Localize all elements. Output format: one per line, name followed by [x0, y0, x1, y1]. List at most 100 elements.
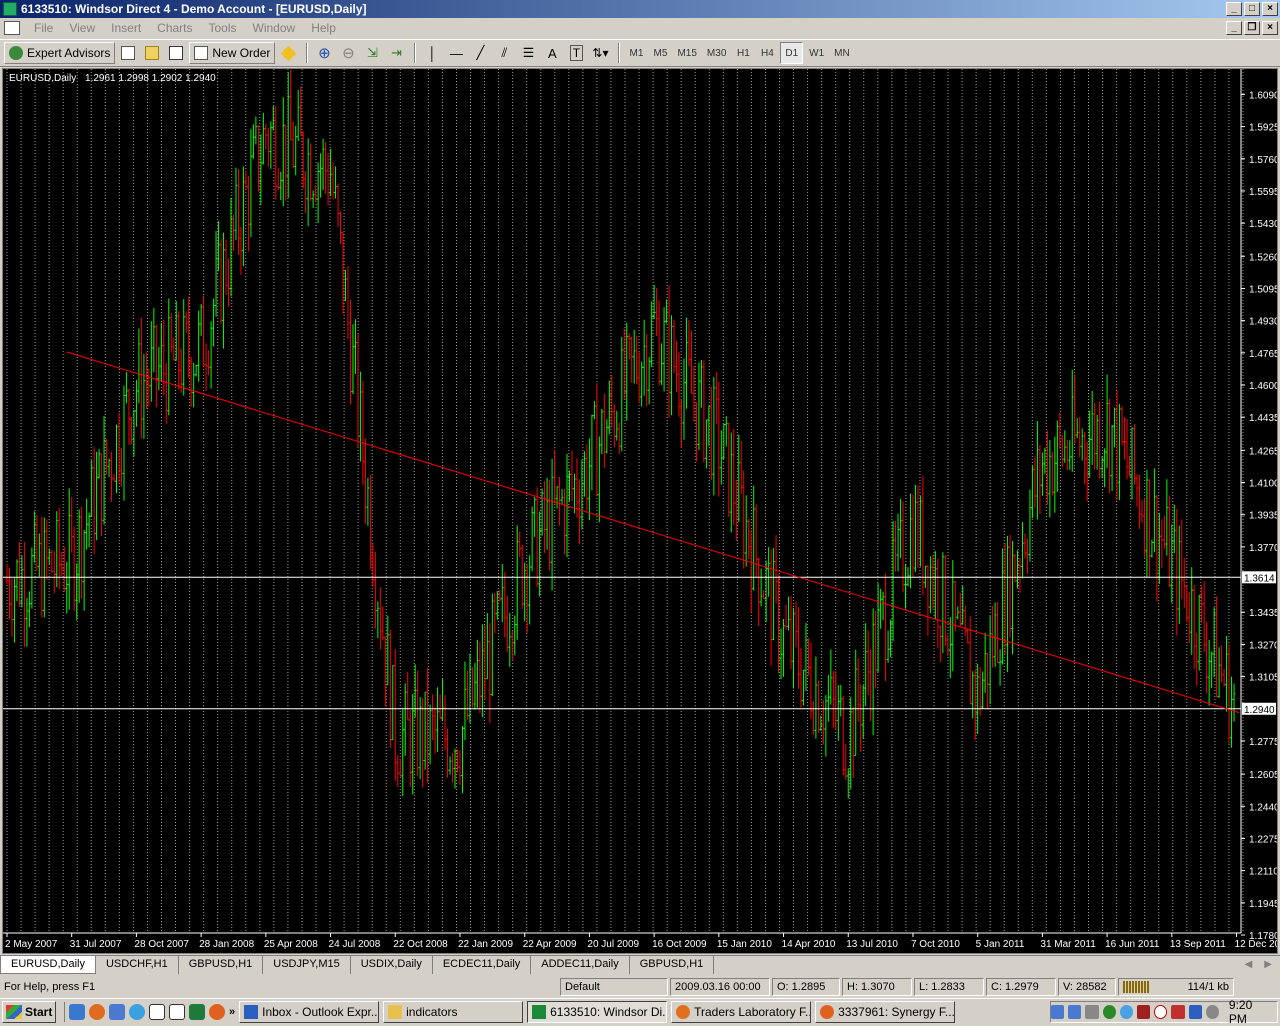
- auto-scroll-icon: ⇲: [366, 45, 378, 60]
- tray-chart-icon[interactable]: [1136, 1005, 1151, 1019]
- crosshair-button[interactable]: │: [421, 42, 443, 64]
- start-button[interactable]: Start: [2, 1000, 56, 1023]
- timeframe-m30[interactable]: M30: [703, 42, 730, 64]
- expert-advisors-button[interactable]: Expert Advisors: [4, 42, 116, 64]
- synergy-icon[interactable]: [209, 1003, 225, 1020]
- app-icon: [3, 2, 17, 16]
- price-tick-label: 1.2440: [1249, 802, 1277, 813]
- calendar-icon[interactable]: [1188, 1005, 1202, 1019]
- quick-launch-more-icon[interactable]: »: [229, 1006, 235, 1018]
- auto-scroll-button[interactable]: ⇲: [361, 42, 383, 64]
- window-title: 6133510: Windsor Direct 4 - Demo Account…: [21, 2, 367, 16]
- network-2-icon[interactable]: [1068, 1005, 1082, 1019]
- outlook-icon[interactable]: [109, 1003, 125, 1020]
- arrows-icon: ⇅▾: [592, 46, 609, 60]
- tab-ecdec11-daily[interactable]: ECDEC11,Daily: [433, 956, 532, 974]
- tab-gbpusd-h1[interactable]: GBPUSD,H1: [179, 956, 264, 974]
- chart-window[interactable]: 1.3614 1.2940 1.6090 1.5925 1.5760 1.5595 1.5…: [2, 68, 1278, 954]
- tab-addec11-daily[interactable]: ADDEC11,Daily: [531, 956, 630, 974]
- time-tick-label: 22 Oct 2008: [393, 939, 448, 950]
- time-tick-label: 20 Jul 2009: [587, 939, 639, 950]
- excel-icon[interactable]: [189, 1003, 205, 1020]
- horizontal-line-icon: ―: [449, 45, 463, 61]
- market-watch-button[interactable]: [117, 42, 139, 64]
- menu-view[interactable]: View: [61, 21, 103, 35]
- trendline-button[interactable]: ╱: [469, 42, 491, 64]
- arrows-button[interactable]: ⇅▾: [589, 42, 611, 64]
- tab-usdix-daily[interactable]: USDIX,Daily: [351, 956, 433, 974]
- network-icon[interactable]: [1050, 1005, 1065, 1019]
- price-tick-label: 1.2775: [1249, 737, 1277, 748]
- price-tick-label: 1.3770: [1249, 543, 1277, 554]
- menu-window[interactable]: Window: [245, 21, 304, 35]
- task-outlook[interactable]: Inbox - Outlook Expr...: [239, 1000, 380, 1023]
- timeframe-m1[interactable]: M1: [625, 42, 647, 64]
- chart-shift-button[interactable]: ⇥: [385, 42, 407, 64]
- menu-help[interactable]: Help: [303, 21, 344, 35]
- antivirus-icon[interactable]: [1171, 1005, 1185, 1019]
- messenger-icon[interactable]: [129, 1003, 145, 1020]
- fibonacci-button[interactable]: ☰: [517, 42, 539, 64]
- document-icon[interactable]: [4, 21, 20, 35]
- terminal-button[interactable]: [165, 42, 187, 64]
- new-order-button[interactable]: New Order: [189, 42, 276, 64]
- text-label-button[interactable]: T: [565, 42, 587, 64]
- ie-icon[interactable]: [69, 1003, 85, 1020]
- channel-button[interactable]: ⫽: [493, 42, 515, 64]
- minimize-button[interactable]: _: [1226, 2, 1242, 16]
- child-restore-button[interactable]: ❐: [1244, 21, 1260, 35]
- timeframe-m5[interactable]: M5: [649, 42, 671, 64]
- taskbar: Start » Inbox - Outlook Expr... indicato…: [0, 998, 1280, 1026]
- window-titlebar: 6133510: Windsor Direct 4 - Demo Account…: [0, 0, 1280, 18]
- tab-scroll-left-icon[interactable]: ◀: [1245, 959, 1253, 970]
- close-button[interactable]: ×: [1262, 2, 1278, 16]
- clock-icon[interactable]: [1154, 1005, 1168, 1019]
- navigator-button[interactable]: [141, 42, 163, 64]
- tab-gbpusd-h1-2[interactable]: GBPUSD,H1: [630, 956, 715, 974]
- menu-insert[interactable]: Insert: [103, 21, 149, 35]
- folder-icon: [388, 1004, 403, 1019]
- update-icon[interactable]: [1119, 1005, 1133, 1019]
- sync-icon[interactable]: [1205, 1005, 1219, 1019]
- task-synergy[interactable]: 3337961: Synergy F...: [815, 1000, 956, 1023]
- security-icon[interactable]: [1102, 1005, 1116, 1019]
- child-close-button[interactable]: ×: [1262, 21, 1278, 35]
- timeframe-h1[interactable]: H1: [732, 42, 754, 64]
- timeframe-m15[interactable]: M15: [673, 42, 700, 64]
- price-tick-label: 1.4600: [1249, 381, 1277, 392]
- menu-tools[interactable]: Tools: [201, 21, 245, 35]
- tab-usdchf-h1[interactable]: USDCHF,H1: [96, 956, 179, 974]
- task-indicators[interactable]: indicators: [383, 1000, 524, 1023]
- timeframe-h4[interactable]: H4: [756, 42, 778, 64]
- zoom-in-button[interactable]: ⊕: [313, 42, 335, 64]
- text-a-icon: A: [548, 45, 557, 61]
- horizontal-line-button[interactable]: ―: [445, 42, 467, 64]
- price-tick-label: 1.2605: [1249, 770, 1277, 781]
- timeframe-d1[interactable]: D1: [780, 42, 804, 64]
- chart-app-icon[interactable]: [149, 1003, 165, 1020]
- status-open: O: 1.2895: [772, 978, 840, 996]
- task-label: Inbox - Outlook Expr...: [262, 1004, 380, 1019]
- timeframe-w1[interactable]: W1: [805, 42, 828, 64]
- tab-eurusd-daily[interactable]: EURUSD,Daily: [0, 956, 96, 974]
- tab-usdjpy-m15[interactable]: USDJPY,M15: [263, 956, 351, 974]
- status-volume: V: 28582: [1058, 978, 1116, 996]
- chart-app-2-icon[interactable]: [169, 1003, 185, 1020]
- price-chart[interactable]: 1.3614 1.2940 1.6090 1.5925 1.5760 1.5595 1.5…: [3, 69, 1277, 953]
- child-minimize-button[interactable]: _: [1226, 21, 1242, 35]
- time-tick-label: 14 Apr 2010: [782, 939, 836, 950]
- maximize-button[interactable]: □: [1244, 2, 1260, 16]
- volume-icon[interactable]: [1085, 1005, 1099, 1019]
- text-button[interactable]: A: [541, 42, 563, 64]
- task-traders-lab[interactable]: Traders Laboratory F...: [671, 1000, 812, 1023]
- firefox-icon[interactable]: [89, 1003, 105, 1020]
- timeframe-mn[interactable]: MN: [830, 42, 854, 64]
- task-metatrader[interactable]: 6133510: Windsor Di...: [527, 1000, 668, 1023]
- price-tick-label: 1.5925: [1249, 123, 1277, 134]
- tab-scroll-right-icon[interactable]: ▶: [1264, 959, 1272, 970]
- zoom-out-button[interactable]: ⊖: [337, 42, 359, 64]
- menu-charts[interactable]: Charts: [149, 21, 200, 35]
- menu-file[interactable]: File: [26, 21, 61, 35]
- alert-button[interactable]: [277, 42, 299, 64]
- price-tick-label: 1.5095: [1249, 284, 1277, 295]
